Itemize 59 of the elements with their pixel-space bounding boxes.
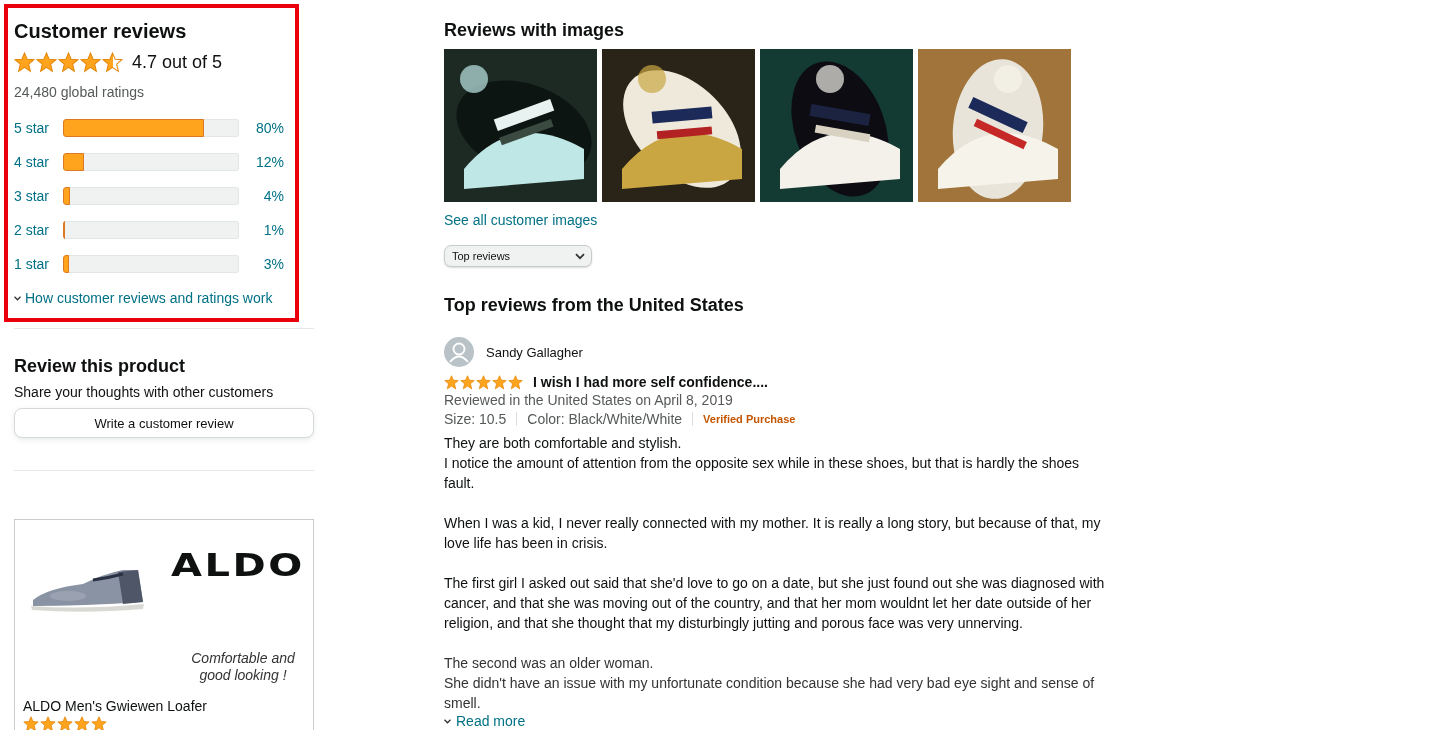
section-title: Reviews with images	[444, 19, 626, 42]
verified-purchase-label: Verified Purchase	[703, 412, 796, 427]
product-title[interactable]: ALDO Men's Gwiewen Loafer	[23, 697, 313, 715]
star-filter-link[interactable]: 1 star	[14, 256, 64, 272]
percent-link[interactable]: 12%	[239, 154, 284, 170]
ratings-count: 24,480 global ratings	[14, 84, 145, 100]
brand-logo: ALDO	[171, 546, 305, 584]
star-icon	[444, 374, 459, 390]
review-paragraph: The second was an older woman. She didn't have an issue with my unfortunate condition because she had very bad eye sight and sense of smell.	[444, 654, 1096, 713]
percent-link[interactable]: 4%	[239, 188, 284, 204]
help-link[interactable]: How customer reviews and ratings work	[25, 290, 273, 306]
star-icon	[74, 716, 90, 730]
star-filter-link[interactable]: 5 star	[14, 120, 64, 136]
chevron-down-icon	[444, 718, 451, 724]
rating-bar[interactable]	[63, 255, 240, 273]
star-icon	[91, 716, 107, 730]
star-icon	[102, 52, 123, 73]
read-more-link[interactable]: Read more	[456, 713, 526, 729]
star-icon	[57, 716, 73, 730]
star-filter-link[interactable]: 2 star	[14, 222, 64, 238]
write-review-button[interactable]: Write a customer review	[14, 408, 314, 438]
star-icon	[23, 716, 39, 730]
average-rating: 4.7 out of 5	[132, 52, 223, 73]
ad-card[interactable]: ALDO Comfortable and good looking ! ALDO Men's Gwiewen Loafer	[14, 519, 314, 730]
color-option: Color: Black/White/White	[527, 410, 683, 428]
rating-bar[interactable]	[63, 153, 240, 171]
rating-bar[interactable]	[63, 187, 240, 205]
star-filter-link[interactable]: 3 star	[14, 188, 64, 204]
star-icon	[14, 52, 35, 73]
review-paragraph: When I was a kid, I never really connected with my mother. It is really a long story, but because of that, my love life has been in crisis.	[444, 514, 1102, 553]
percent-link[interactable]: 3%	[239, 256, 284, 272]
chevron-down-icon	[14, 295, 21, 301]
star-filter-link[interactable]: 4 star	[14, 154, 64, 170]
star-icon	[476, 374, 491, 390]
section-title: Top reviews from the United States	[444, 294, 745, 317]
size-option: Size: 10.5	[444, 410, 507, 428]
sort-dropdown[interactable]: Top reviews	[444, 245, 592, 267]
star-icon	[460, 374, 475, 390]
section-title: Customer reviews	[14, 19, 188, 44]
section-subtitle: Share your thoughts with other customers	[14, 383, 275, 402]
ad-tagline: Comfortable and good looking !	[190, 650, 296, 684]
review-headline[interactable]: I wish I had more self confidence....	[533, 374, 768, 390]
avatar-icon	[444, 337, 474, 367]
review-paragraph: They are both comfortable and stylish. I notice the amount of attention from the opposite sex while in these shoes, but that is hardly the shoes fault.	[444, 434, 1081, 493]
section-title: Review this product	[14, 355, 187, 378]
review-date: Reviewed in the United States on April 8, 2019	[444, 391, 734, 410]
chevron-down-icon	[575, 252, 585, 260]
star-icon	[80, 52, 101, 73]
reviewer-name[interactable]: Sandy Gallagher	[486, 344, 583, 360]
star-icon	[40, 716, 56, 730]
percent-link[interactable]: 80%	[239, 120, 284, 136]
star-icon	[508, 374, 523, 390]
rating-bar[interactable]	[63, 119, 240, 137]
review-paragraph: The first girl I asked out said that she'd love to go on a date, but she just found out she was diagnosed with cancer, and that she was moving out of the country, and that her mom wouldnt let her date outside of her religion, and that she thought that my disturbingly jutting and porous face was very unnerving.	[444, 574, 1106, 633]
star-icon	[492, 374, 507, 390]
star-icon	[58, 52, 79, 73]
see-all-images-link[interactable]: See all customer images	[444, 211, 598, 229]
star-icon	[36, 52, 57, 73]
percent-link[interactable]: 1%	[239, 222, 284, 238]
